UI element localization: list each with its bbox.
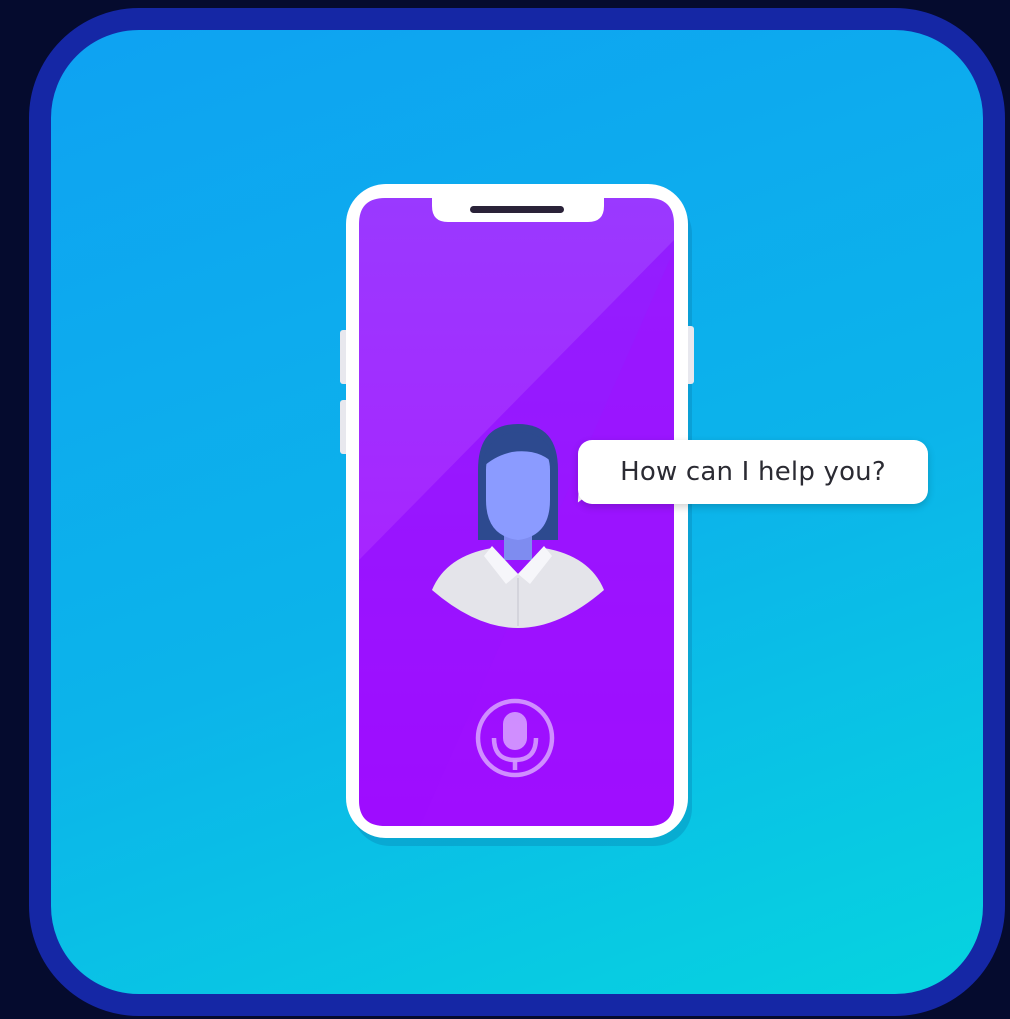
canvas: How can I help you? [0,0,1010,1019]
speech-bubble-text: How can I help you? [620,457,886,487]
voice-assistant-illustration [340,184,694,846]
speech-bubble: How can I help you? [578,440,928,504]
